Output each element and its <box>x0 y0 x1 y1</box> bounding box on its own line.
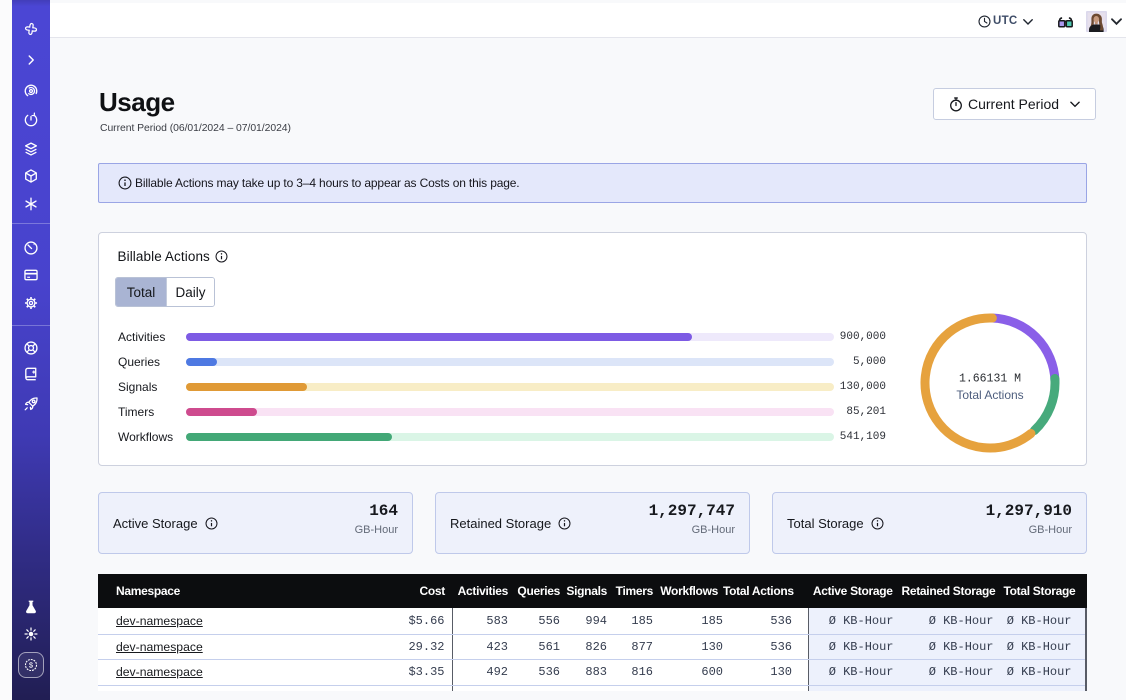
svg-text:1.66131 M: 1.66131 M <box>959 373 1021 386</box>
svg-text:$: $ <box>28 661 33 670</box>
svg-text:Total Actions: Total Actions <box>956 388 1023 402</box>
